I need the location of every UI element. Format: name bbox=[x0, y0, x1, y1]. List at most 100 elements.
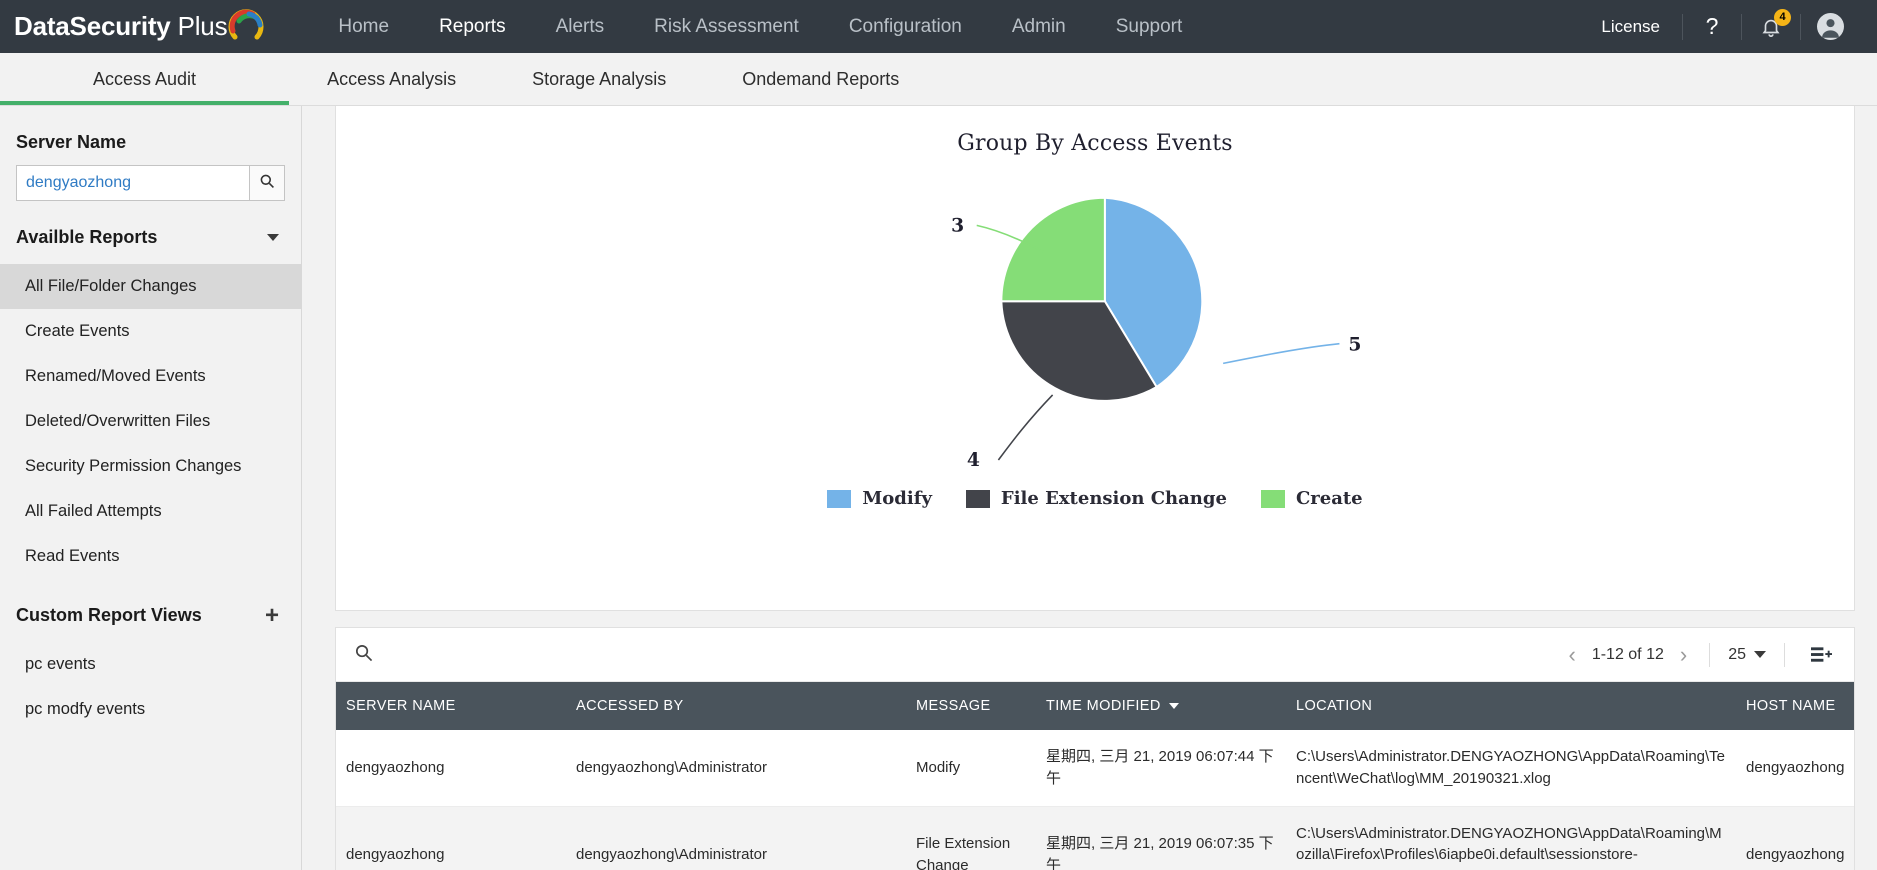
column-label: ACCESSED BY bbox=[576, 698, 684, 714]
cell-message: Modify bbox=[906, 730, 1036, 806]
license-link[interactable]: License bbox=[1601, 17, 1682, 37]
tab-label: Access Analysis bbox=[327, 69, 456, 90]
cell-time-modified: 星期四, 三月 21, 2019 06:07:44 下午 bbox=[1036, 730, 1286, 806]
secondary-tab-bar: Access Audit Access Analysis Storage Ana… bbox=[0, 53, 1877, 106]
search-input[interactable] bbox=[16, 165, 249, 201]
top-navigation-bar: DataSecurity Plus Home Reports Alerts Ri… bbox=[0, 0, 1877, 53]
pagination-range: 1-12 of 12 bbox=[1592, 646, 1664, 664]
tab-label: Ondemand Reports bbox=[742, 69, 899, 90]
pie-slice-create[interactable] bbox=[1001, 198, 1105, 302]
sidebar-item-deleted-overwritten-files[interactable]: Deleted/Overwritten Files bbox=[0, 399, 301, 444]
table-row[interactable]: dengyaozhong dengyaozhong\Administrator … bbox=[336, 806, 1855, 870]
sidebar-item-all-file-folder-changes[interactable]: All File/Folder Changes bbox=[0, 264, 301, 309]
column-header-location[interactable]: LOCATION bbox=[1286, 682, 1736, 730]
chevron-right-icon[interactable]: › bbox=[1676, 642, 1691, 668]
cell-time-modified: 星期四, 三月 21, 2019 06:07:35 下午 bbox=[1036, 806, 1286, 870]
chevron-down-icon bbox=[267, 234, 279, 241]
app-logo[interactable]: DataSecurity Plus bbox=[14, 7, 267, 47]
pie-value-modify: 5 bbox=[1348, 334, 1361, 356]
table-body: dengyaozhong dengyaozhong\Administrator … bbox=[336, 730, 1855, 870]
help-button[interactable]: ? bbox=[1683, 0, 1741, 53]
leader-line-modify bbox=[1223, 344, 1339, 364]
tab-access-analysis[interactable]: Access Analysis bbox=[289, 53, 494, 105]
table-header: SERVER NAME ACCESSED BY MESSAGE TIME MOD… bbox=[336, 682, 1855, 730]
nav-item-home[interactable]: Home bbox=[313, 0, 414, 53]
legend-label: Modify bbox=[862, 488, 932, 509]
brand-title: DataSecurity Plus bbox=[14, 11, 227, 42]
page-size-select[interactable]: 25 bbox=[1728, 646, 1766, 664]
legend-item-create[interactable]: Create bbox=[1261, 488, 1363, 509]
plus-icon[interactable]: + bbox=[265, 607, 279, 625]
nav-item-risk-assessment[interactable]: Risk Assessment bbox=[629, 0, 824, 53]
chart-panel: Group By Access Events 5 4 3 bbox=[335, 106, 1855, 611]
column-label: MESSAGE bbox=[916, 698, 991, 714]
sidebar-item-pc-events[interactable]: pc events bbox=[0, 642, 301, 687]
cell-accessed-by: dengyaozhong\Administrator bbox=[566, 730, 906, 806]
nav-item-admin[interactable]: Admin bbox=[987, 0, 1091, 53]
sidebar-item-read-events[interactable]: Read Events bbox=[0, 534, 301, 579]
sidebar-item-label: All Failed Attempts bbox=[25, 502, 162, 520]
sidebar-item-security-permission-changes[interactable]: Security Permission Changes bbox=[0, 444, 301, 489]
available-reports-header[interactable]: Availble Reports bbox=[0, 201, 301, 264]
sidebar-item-label: Read Events bbox=[25, 547, 119, 565]
column-header-time-modified[interactable]: TIME MODIFIED bbox=[1036, 682, 1286, 730]
events-table: SERVER NAME ACCESSED BY MESSAGE TIME MOD… bbox=[336, 682, 1855, 870]
legend-label: Create bbox=[1296, 488, 1363, 509]
sidebar-item-label: Security Permission Changes bbox=[25, 457, 241, 475]
legend-label: File Extension Change bbox=[1001, 488, 1227, 509]
pie-chart: 5 4 3 bbox=[336, 156, 1854, 486]
nav-item-alerts[interactable]: Alerts bbox=[531, 0, 630, 53]
available-reports-title: Availble Reports bbox=[16, 227, 157, 248]
cell-location: C:\Users\Administrator.DENGYAOZHONG\AppD… bbox=[1286, 730, 1736, 806]
column-header-accessed-by[interactable]: ACCESSED BY bbox=[566, 682, 906, 730]
brand-title-bold: DataSecurity bbox=[14, 11, 171, 41]
question-mark-icon: ? bbox=[1706, 13, 1719, 40]
cell-host-name: dengyaozhong bbox=[1736, 730, 1855, 806]
tab-ondemand-reports[interactable]: Ondemand Reports bbox=[704, 53, 937, 105]
chart-legend: Modify File Extension Change Create bbox=[336, 488, 1854, 509]
tab-storage-analysis[interactable]: Storage Analysis bbox=[494, 53, 704, 105]
sidebar-item-renamed-moved-events[interactable]: Renamed/Moved Events bbox=[0, 354, 301, 399]
results-table-panel: ‹ 1-12 of 12 › 25 bbox=[335, 627, 1855, 870]
pie-value-create: 3 bbox=[951, 214, 964, 236]
top-right-actions: License ? 4 bbox=[1601, 0, 1859, 53]
nav-item-reports[interactable]: Reports bbox=[414, 0, 531, 53]
legend-item-file-extension-change[interactable]: File Extension Change bbox=[966, 488, 1227, 509]
account-button[interactable] bbox=[1801, 0, 1859, 53]
chevron-left-icon[interactable]: ‹ bbox=[1564, 642, 1579, 668]
nav-item-support[interactable]: Support bbox=[1091, 0, 1208, 53]
leader-line-file-extension-change bbox=[998, 395, 1052, 460]
sidebar-item-label: pc events bbox=[25, 655, 96, 673]
column-header-server-name[interactable]: SERVER NAME bbox=[336, 682, 566, 730]
legend-item-modify[interactable]: Modify bbox=[827, 488, 932, 509]
sidebar-item-label: Create Events bbox=[25, 322, 130, 340]
column-header-host-name[interactable]: HOST NAME bbox=[1736, 682, 1855, 730]
notification-badge: 4 bbox=[1774, 9, 1791, 26]
sidebar-item-label: Deleted/Overwritten Files bbox=[25, 412, 210, 430]
sidebar-item-create-events[interactable]: Create Events bbox=[0, 309, 301, 354]
divider bbox=[1784, 643, 1785, 667]
legend-swatch-create bbox=[1261, 490, 1285, 508]
primary-nav: Home Reports Alerts Risk Assessment Conf… bbox=[313, 0, 1207, 53]
legend-swatch-file-extension-change bbox=[966, 490, 990, 508]
search-icon[interactable] bbox=[354, 643, 373, 667]
column-header-message[interactable]: MESSAGE bbox=[906, 682, 1036, 730]
sidebar-item-label: All File/Folder Changes bbox=[25, 277, 197, 295]
sidebar-item-all-failed-attempts[interactable]: All Failed Attempts bbox=[0, 489, 301, 534]
chevron-down-icon bbox=[1754, 651, 1766, 658]
main-content: Group By Access Events 5 4 3 bbox=[302, 106, 1877, 870]
notifications-button[interactable]: 4 bbox=[1742, 0, 1800, 53]
search-button[interactable] bbox=[249, 165, 285, 201]
nav-item-configuration[interactable]: Configuration bbox=[824, 0, 987, 53]
column-settings-icon[interactable] bbox=[1803, 646, 1840, 664]
tab-access-audit[interactable]: Access Audit bbox=[0, 53, 289, 105]
table-row[interactable]: dengyaozhong dengyaozhong\Administrator … bbox=[336, 730, 1855, 806]
bell-icon: 4 bbox=[1760, 16, 1782, 38]
column-label: TIME MODIFIED bbox=[1046, 698, 1161, 714]
custom-report-views-title: Custom Report Views bbox=[16, 605, 202, 626]
column-label: SERVER NAME bbox=[346, 698, 456, 714]
sidebar-item-pc-modfy-events[interactable]: pc modfy events bbox=[0, 687, 301, 732]
tab-label: Access Audit bbox=[93, 69, 196, 90]
table-header-row: SERVER NAME ACCESSED BY MESSAGE TIME MOD… bbox=[336, 682, 1855, 730]
pie-value-file-extension-change: 4 bbox=[967, 449, 980, 471]
